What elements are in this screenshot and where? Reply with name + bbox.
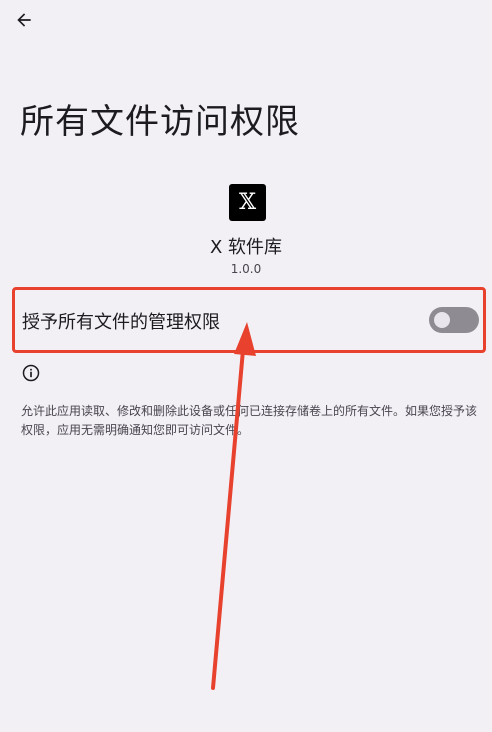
app-icon: 𝕏	[229, 184, 266, 221]
toggle-thumb	[434, 312, 450, 328]
arrow-left-icon	[17, 13, 31, 27]
back-button[interactable]	[10, 6, 38, 34]
permission-row[interactable]: 授予所有文件的管理权限	[12, 287, 486, 353]
app-version: 1.0.0	[230, 262, 262, 276]
permission-label: 授予所有文件的管理权限	[22, 312, 220, 333]
x-logo-icon: 𝕏	[238, 189, 257, 215]
app-name: X 软件库	[209, 237, 283, 258]
page-title: 所有文件访问权限	[20, 102, 300, 142]
permission-description: 允许此应用读取、修改和删除此设备或任何已连接存储卷上的所有文件。如果您授予该权限…	[21, 404, 478, 437]
info-icon	[21, 363, 41, 383]
all-files-access-toggle[interactable]	[429, 307, 479, 333]
